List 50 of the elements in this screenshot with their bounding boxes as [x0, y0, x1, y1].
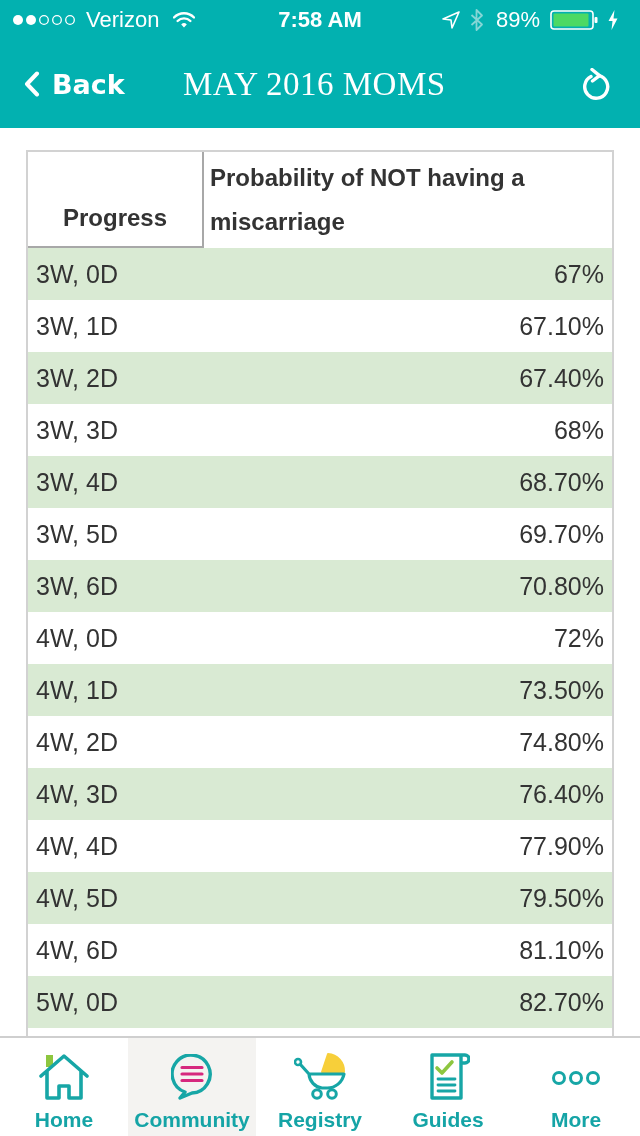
back-button[interactable]: Back [24, 68, 125, 100]
probability-value: 72% [553, 623, 604, 653]
probability-value: 70.80% [519, 571, 604, 601]
progress-label: 4W, 5D [36, 883, 118, 913]
probability-value: 79.50% [519, 883, 604, 913]
bluetooth-icon [469, 8, 484, 32]
probability-value: 68.70% [519, 467, 604, 497]
probability-value: 68% [553, 415, 604, 445]
column-header: Progress [28, 152, 204, 248]
signal-icon [12, 14, 78, 26]
probability-value: 74.80% [519, 727, 604, 757]
page-title: MAY 2016 MOMS [183, 65, 446, 103]
probability-value: 69.70% [519, 519, 604, 549]
progress-label: 4W, 4D [36, 831, 118, 861]
chevron-left-icon [24, 71, 40, 97]
progress-label: 4W, 1D [36, 675, 118, 705]
probability-value: 67.40% [519, 363, 604, 393]
refresh-button[interactable] [582, 68, 610, 100]
tab-item[interactable]: Community [128, 1038, 256, 1136]
probability-value: 77.90% [519, 831, 604, 861]
location-arrow-icon [441, 11, 460, 29]
probability-value: 67.10% [519, 311, 604, 341]
carrier-name: Verizon [86, 7, 160, 33]
progress-label: 3W, 5D [36, 519, 118, 549]
probability-value: 73.50% [519, 675, 604, 705]
progress-label: 4W, 2D [36, 727, 118, 757]
refresh-icon [582, 68, 610, 100]
progress-label: 4W, 0D [36, 623, 118, 653]
charging-bolt-icon [608, 10, 618, 30]
probability-value: 82.70% [519, 987, 604, 1017]
progress-label: 3W, 4D [36, 467, 118, 497]
battery-icon [550, 10, 598, 30]
progress-label: 3W, 1D [36, 311, 118, 341]
clock-time: 7:58 AM [278, 7, 362, 33]
probability-value: 81.10% [519, 935, 604, 965]
battery-percent: 89% [495, 7, 540, 33]
progress-label: 5W, 0D [36, 987, 118, 1017]
speech-bubble-icon [171, 1054, 213, 1100]
progress-label: 3W, 3D [36, 415, 118, 445]
stroller-icon [294, 1052, 346, 1100]
progress-label: 3W, 6D [36, 571, 118, 601]
wifi-icon [173, 12, 196, 28]
probability-value: 67% [553, 259, 604, 289]
progress-label: 3W, 2D [36, 363, 118, 393]
house-icon [39, 1054, 89, 1100]
more-dots-icon [551, 1070, 601, 1086]
progress-label: 4W, 3D [36, 779, 118, 809]
probability-value: 76.40% [519, 779, 604, 809]
progress-label: 3W, 0D [36, 259, 118, 289]
progress-label: 4W, 6D [36, 935, 118, 965]
